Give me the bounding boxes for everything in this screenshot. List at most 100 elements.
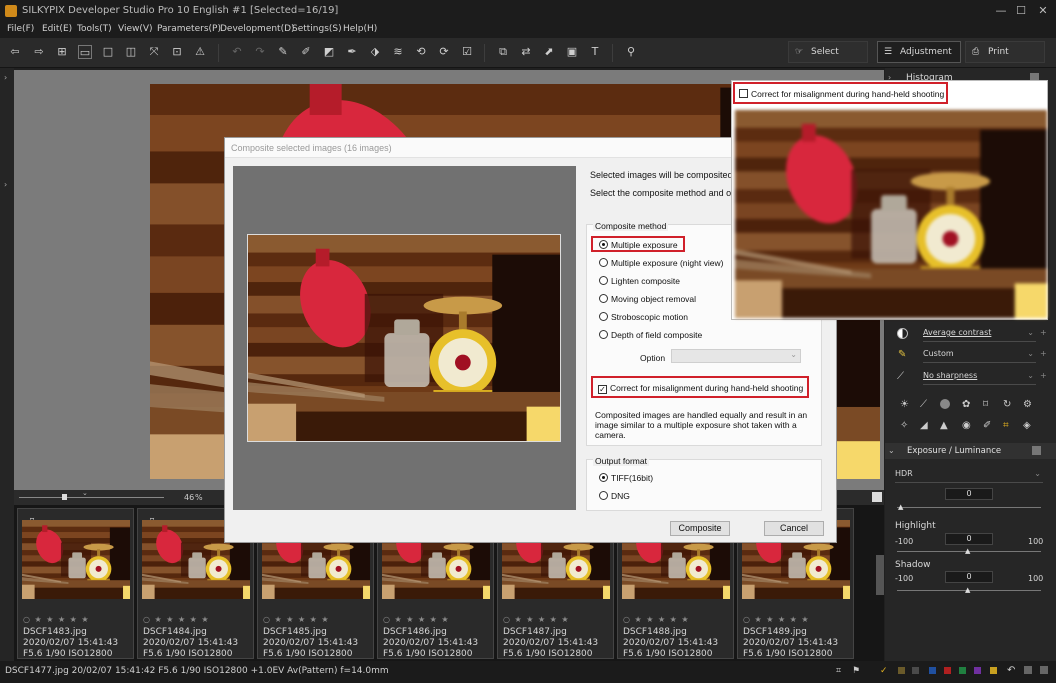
fit-screen-icon[interactable] [872,492,882,502]
copy-params-icon[interactable]: ✎ [276,45,290,59]
contrast-select[interactable]: Average contrast ⌄ [923,328,1036,342]
zoom-slider-thumb[interactable] [62,494,67,500]
rotate-tool-icon[interactable]: ↻ [1003,399,1011,410]
rating-stars[interactable]: ○ ★ ★ ★ ★ ★ [263,615,330,624]
composite-button[interactable]: Composite [670,521,730,536]
folder-status-icon[interactable] [898,667,905,674]
exposure-section-header[interactable]: ⌄ Exposure / Luminance [885,443,1056,459]
format-tiff[interactable]: TIFF(16bit) [599,473,653,485]
levels-icon[interactable]: ✧ [900,420,908,431]
label-red-icon[interactable] [944,667,951,674]
radio-button[interactable] [599,330,608,339]
export-icon[interactable]: ⇨ [32,45,46,59]
hdr-slider-track[interactable] [897,507,1041,508]
color-icon[interactable] [940,399,950,409]
compare-view-icon[interactable]: ◫ [124,45,138,59]
redo-icon[interactable]: ↷ [253,45,267,59]
hdr-stepper[interactable]: 0 [945,488,993,500]
undo-status-icon[interactable]: ↶ [1007,665,1015,676]
crop-active-icon[interactable]: ⌗ [1003,420,1009,431]
single-view-icon[interactable]: ▭ [78,45,92,59]
fit-view-icon[interactable]: ⤧ [147,45,161,59]
crop-tool-icon[interactable]: ⌑ [983,399,988,410]
minimize-button[interactable]: — [991,3,1011,19]
rotate-left-icon[interactable]: ⟲ [414,45,428,59]
zoom-icon[interactable]: ⊡ [170,45,184,59]
method-stroboscopic-motion[interactable]: Stroboscopic motion [599,312,688,324]
left-collapse-strip[interactable]: › › [0,68,14,661]
check-status-icon[interactable]: ✓ [880,666,888,676]
shadow-slider-thumb[interactable]: ▲ [965,586,970,594]
zoom-slider-track[interactable] [19,497,164,498]
shadow-stepper[interactable]: 0 [945,571,993,583]
format-dng[interactable]: DNG [599,491,630,503]
label-blue-icon[interactable] [929,667,936,674]
share-icon[interactable]: ⬈ [542,45,556,59]
white-balance-icon[interactable]: ☀ [900,399,909,410]
checkbox-unchecked[interactable] [739,89,748,98]
radio-button[interactable] [599,240,608,249]
adjustment-mode-button[interactable]: ☰ Adjustment [877,41,961,63]
misalignment-checkbox[interactable]: ✓ Correct for misalignment during hand-he… [598,383,803,395]
cancel-button[interactable]: Cancel [764,521,824,536]
label-green-icon[interactable] [959,667,966,674]
transfer-icon[interactable]: ⇄ [519,45,533,59]
undo-icon[interactable]: ↶ [230,45,244,59]
panel-scrollbar[interactable] [876,555,884,595]
grid-view-icon[interactable]: ⊞ [55,45,69,59]
layers-icon[interactable]: ≋ [391,45,405,59]
settings-tool-icon[interactable]: ⚙ [1023,399,1032,410]
method-depth-of-field[interactable]: Depth of field composite [599,330,702,342]
brush-icon[interactable]: ✒ [345,45,359,59]
add-icon[interactable]: + [1040,328,1047,337]
spot-icon[interactable]: ✐ [983,420,991,431]
close-button[interactable]: ✕ [1033,3,1053,19]
check-icon[interactable]: ☑ [460,45,474,59]
menu-development[interactable]: Development(D) [220,24,295,34]
thumbnail-item[interactable]: ⌑ ○ ★ ★ ★ ★ ★DSCF1483.jpg2020/02/07 15:4… [17,508,134,659]
monitor-icon[interactable]: ▣ [565,45,579,59]
sort-status-icon[interactable] [1040,666,1048,674]
add-icon[interactable]: + [1040,349,1047,358]
menu-parameters[interactable]: Parameters(P) [157,24,221,34]
rating-stars[interactable]: ○ ★ ★ ★ ★ ★ [143,615,210,624]
paste-params-icon[interactable]: ✐ [299,45,313,59]
reset-icon[interactable]: ◩ [322,45,336,59]
checkbox-checked[interactable]: ✓ [598,385,607,394]
grid-status-icon[interactable] [1024,666,1032,674]
rotate-right-icon[interactable]: ⟳ [437,45,451,59]
menu-tools[interactable]: Tools(T) [77,24,112,34]
search-icon[interactable]: ⚲ [624,45,638,59]
flag-status-icon[interactable]: ⚑ [852,666,860,676]
radio-button[interactable] [599,294,608,303]
expand-arrow-icon[interactable]: › [4,180,7,189]
label-gray-icon[interactable] [912,667,919,674]
radio-button[interactable] [599,491,608,500]
label-yellow-icon[interactable] [990,667,997,674]
select-mode-button[interactable]: ☞ Select [788,41,868,63]
tag-icon[interactable]: ⬗ [368,45,382,59]
sharpness-select[interactable]: No sharpness ⌄ [923,371,1036,385]
warning-icon[interactable]: ⚠ [193,45,207,59]
text-tool-icon[interactable]: T [588,45,602,59]
hdr-select[interactable]: HDR ⌄ [895,469,1043,483]
expand-arrow-icon[interactable]: › [4,73,7,82]
rating-stars[interactable]: ○ ★ ★ ★ ★ ★ [383,615,450,624]
method-lighten-composite[interactable]: Lighten composite [599,276,680,288]
import-icon[interactable]: ⇦ [8,45,22,59]
option-select[interactable]: ⌄ [671,349,801,363]
hsl-icon[interactable]: ✿ [962,399,970,410]
fill-icon[interactable]: ◈ [1023,420,1031,431]
menu-view[interactable]: View(V) [118,24,153,34]
highlight-slider-thumb[interactable]: ▲ [965,547,970,555]
hdr-slider-thumb[interactable]: ▲ [898,503,903,511]
method-multiple-exposure-night[interactable]: Multiple exposure (night view) [599,258,723,270]
lens-icon[interactable]: ◉ [962,420,971,431]
menu-help[interactable]: Help(H) [343,24,377,34]
menu-edit[interactable]: Edit(E) [42,24,72,34]
menu-file[interactable]: File(F) [7,24,34,34]
shade-icon[interactable]: ◢ [920,420,928,431]
highlight-stepper[interactable]: 0 [945,533,993,545]
full-view-icon[interactable]: □ [101,45,115,59]
method-multiple-exposure[interactable]: Multiple exposure [599,240,678,252]
